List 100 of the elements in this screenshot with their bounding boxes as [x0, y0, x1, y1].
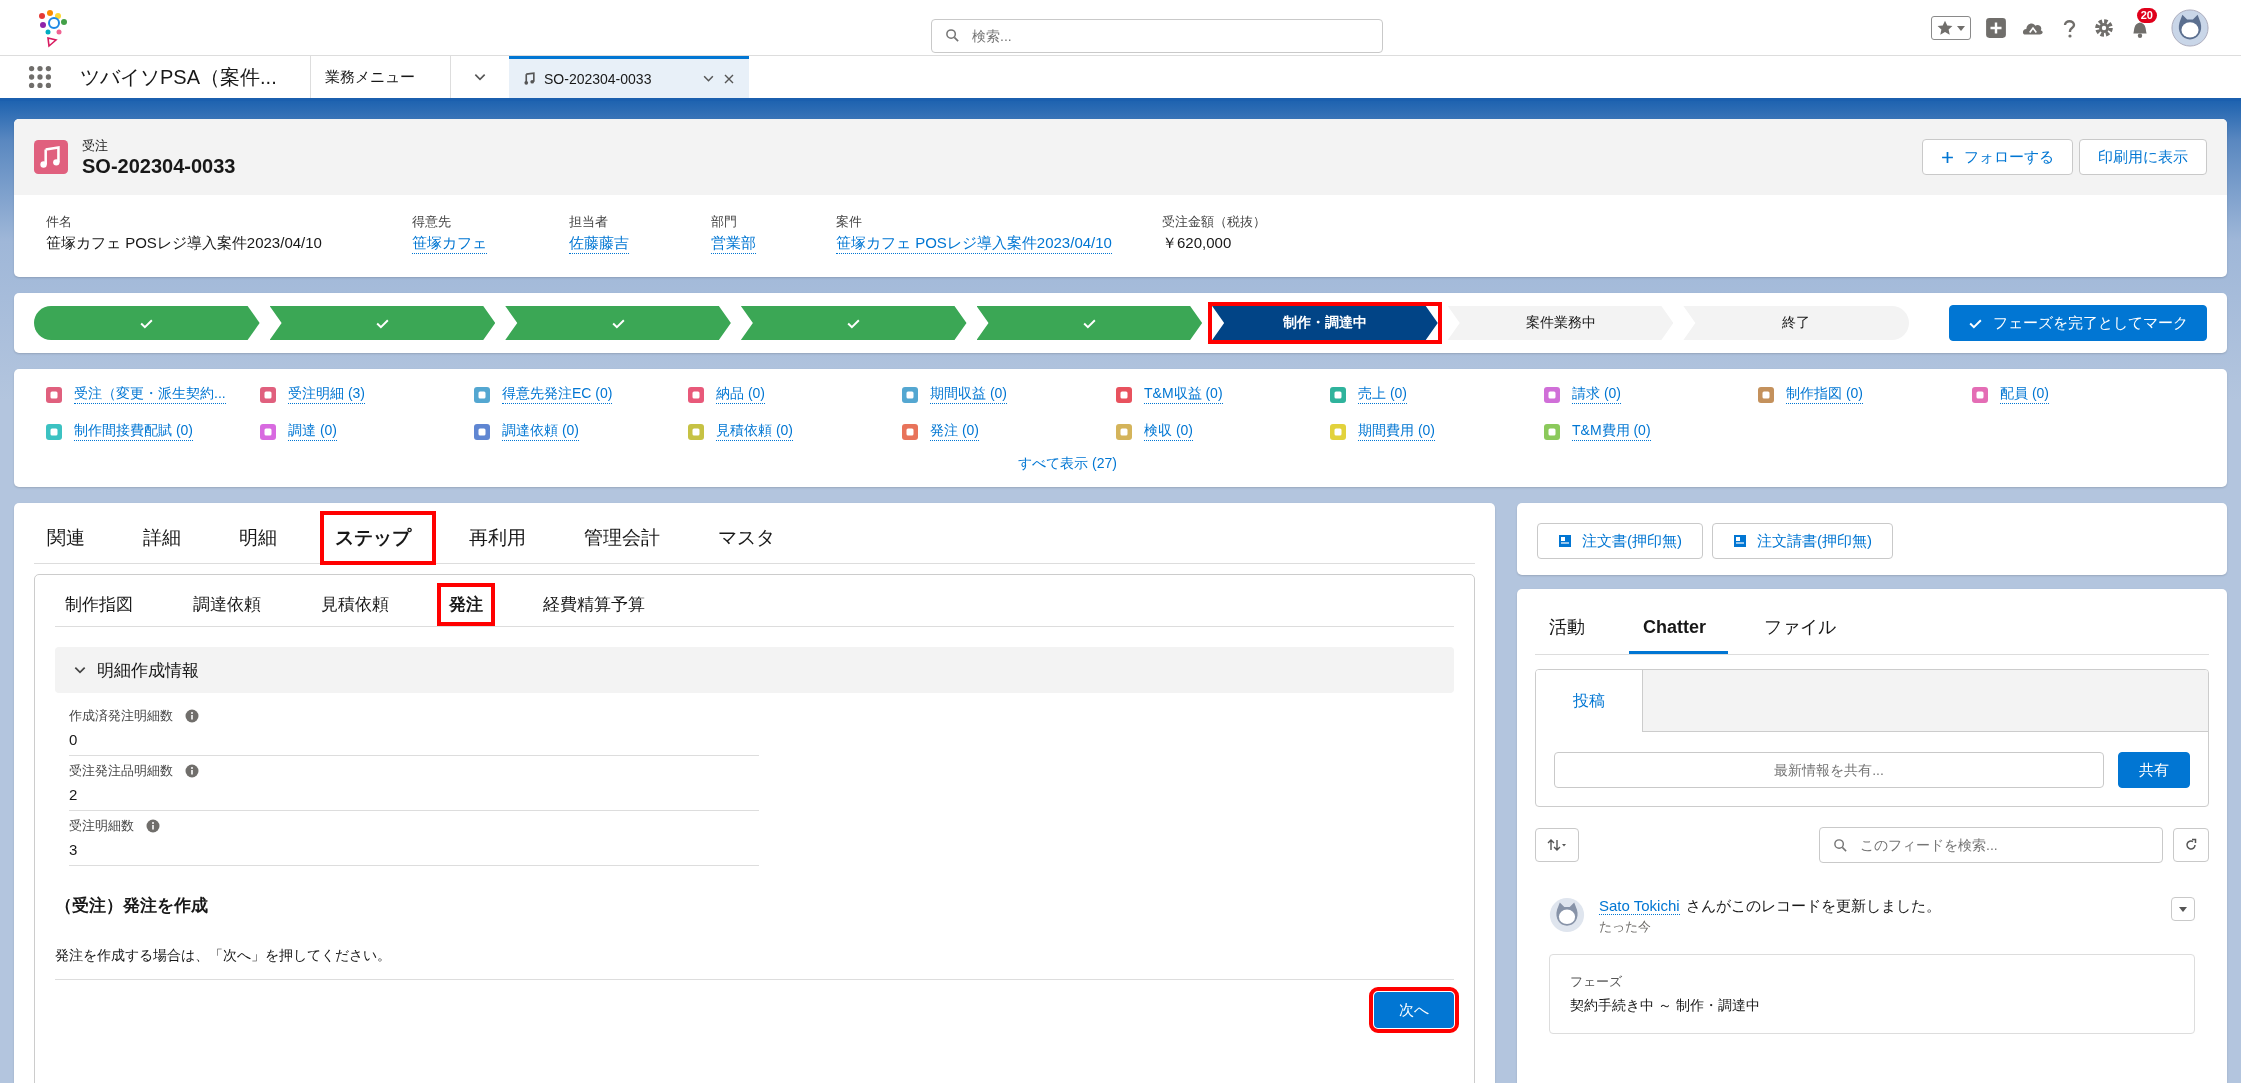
music-note-icon: [34, 140, 68, 174]
caret-down-icon: [2178, 904, 2188, 914]
refresh-icon: [2184, 838, 2198, 852]
plus-icon: [1941, 150, 1954, 164]
section-header[interactable]: 明細作成情報: [55, 647, 1454, 693]
post-text: さんがこのレコードを更新しました。: [1685, 897, 1941, 916]
author-link[interactable]: Sato Tokichi: [1599, 897, 1680, 915]
related-list-link[interactable]: T&M費用 (0): [1572, 422, 1651, 441]
field-value: 契約手続き中 ～ 制作・調達中: [1570, 997, 1761, 1015]
tab[interactable]: 関連: [34, 513, 108, 563]
sort-icon: [1546, 838, 1568, 852]
notifications-button[interactable]: 20: [2129, 7, 2157, 39]
document-icon: [1733, 534, 1747, 548]
related-list-link[interactable]: 検収 (0): [1144, 422, 1193, 441]
related-list-link[interactable]: 期間費用 (0): [1358, 422, 1435, 441]
field-link[interactable]: 佐藤藤吉: [569, 234, 629, 254]
section-heading: （受注）発注を作成: [55, 895, 209, 917]
tab[interactable]: マスタ: [705, 513, 798, 563]
field-label: 受注発注品明細数: [69, 762, 173, 780]
related-list-link[interactable]: 見積依頼 (0): [716, 422, 793, 441]
instruction-text: 発注を作成する場合は、「次へ」を押してください。: [55, 947, 392, 965]
print-button[interactable]: 印刷用に表示: [2079, 139, 2207, 175]
avatar-icon[interactable]: [2171, 8, 2209, 47]
related-list-link[interactable]: 請求 (0): [1572, 385, 1621, 404]
search-field[interactable]: 検索...: [931, 18, 1383, 53]
related-list-link[interactable]: T&M収益 (0): [1144, 385, 1223, 404]
field-link[interactable]: 営業部: [711, 234, 756, 254]
follow-button[interactable]: フォローする: [1922, 139, 2073, 175]
related-list-link[interactable]: 受注明細 (3): [288, 385, 365, 404]
field-value: 笹塚カフェ POSレジ導入案件2023/04/10: [46, 234, 322, 253]
plus-icon[interactable]: [1985, 16, 2007, 39]
document-button[interactable]: 注文書(押印無): [1537, 523, 1703, 559]
field-value: 2: [69, 786, 78, 803]
field-label: 担当者: [569, 213, 608, 231]
post-time: たった今: [1599, 918, 1652, 936]
related-list-link[interactable]: 発注 (0): [930, 422, 979, 441]
related-list-link[interactable]: 制作指図 (0): [1786, 385, 1863, 404]
tab[interactable]: ファイル: [1750, 601, 1858, 654]
related-list-link[interactable]: 制作間接費配賦 (0): [74, 422, 193, 441]
field-label: 件名: [46, 213, 72, 231]
share-button[interactable]: 共有: [2118, 752, 2190, 788]
field-link[interactable]: 笹塚カフェ POSレジ導入案件2023/04/10: [836, 234, 1112, 254]
related-list-link[interactable]: 売上 (0): [1358, 385, 1407, 404]
field-value: 3: [69, 841, 78, 858]
app-name: ツバイソPSA（案件...: [80, 64, 278, 90]
path-step[interactable]: [34, 306, 260, 340]
related-list-link[interactable]: 調達依頼 (0): [502, 422, 579, 441]
path-step[interactable]: 制作・調達中: [1212, 306, 1438, 340]
close-icon[interactable]: [723, 72, 735, 85]
related-list-link[interactable]: 得意先発注EC (0): [502, 385, 613, 404]
mark-complete-button[interactable]: フェーズを完了としてマーク: [1949, 305, 2207, 341]
document-icon: [1558, 534, 1572, 548]
post-menu-button[interactable]: [2171, 897, 2195, 921]
music-note-icon: [523, 72, 536, 85]
related-list-link[interactable]: 納品 (0): [716, 385, 765, 404]
field-label: 得意先: [412, 213, 451, 231]
tab[interactable]: 制作指図: [55, 585, 143, 624]
field-label: 案件: [836, 213, 862, 231]
app-launcher-icon[interactable]: [28, 65, 52, 89]
related-list-link[interactable]: 受注（変更・派生契約...: [74, 385, 226, 404]
path-step[interactable]: 案件業務中: [1447, 306, 1674, 340]
field-value: 0: [69, 731, 78, 748]
field-label: 部門: [711, 213, 737, 231]
tab[interactable]: 見積依頼: [311, 585, 399, 624]
path-step[interactable]: 終了: [1683, 306, 1909, 340]
tab[interactable]: 調達依頼: [183, 585, 271, 624]
field-label: 受注明細数: [69, 817, 134, 835]
tab[interactable]: 管理会計: [571, 513, 683, 563]
tab[interactable]: 活動: [1535, 601, 1607, 654]
tab[interactable]: ステップ: [322, 513, 434, 563]
field-label: 受注金額（税抜）: [1162, 213, 1266, 231]
feed-search-field[interactable]: このフィードを検索...: [1819, 827, 2163, 863]
field-label: フェーズ: [1570, 973, 1623, 991]
settings-icon[interactable]: [2093, 16, 2115, 39]
document-button[interactable]: 注文請書(押印無): [1712, 523, 1893, 559]
object-type: 受注: [82, 136, 109, 155]
field-value: ￥620,000: [1162, 234, 1232, 253]
share-field[interactable]: 最新情報を共有...: [1554, 752, 2104, 788]
field-label: 作成済発注明細数: [69, 707, 173, 725]
workspace-tab[interactable]: SO-202304-0033: [509, 56, 749, 98]
info-icon[interactable]: [185, 764, 199, 778]
show-all-link[interactable]: すべて表示 (27): [1018, 455, 1117, 473]
tab[interactable]: Chatter: [1629, 601, 1728, 654]
search-icon: [945, 28, 960, 43]
tab[interactable]: 発注: [439, 585, 493, 624]
tab[interactable]: 詳細: [130, 513, 204, 563]
related-list-link[interactable]: 調達 (0): [288, 422, 337, 441]
tab[interactable]: 明細: [226, 513, 300, 563]
sort-button[interactable]: [1535, 828, 1579, 862]
info-icon[interactable]: [185, 709, 199, 723]
info-icon[interactable]: [146, 819, 160, 833]
related-list-link[interactable]: 期間収益 (0): [930, 385, 1007, 404]
tab[interactable]: 再利用: [456, 513, 549, 563]
field-link[interactable]: 笹塚カフェ: [412, 234, 487, 254]
avatar-icon: [1549, 897, 1585, 933]
refresh-button[interactable]: [2173, 828, 2209, 862]
navigation-menu[interactable]: 業務メニュー: [310, 56, 450, 98]
tab[interactable]: 経費精算予算: [533, 585, 655, 624]
favorites-button[interactable]: [1931, 15, 1971, 40]
related-list-link[interactable]: 配員 (0): [2000, 385, 2049, 404]
